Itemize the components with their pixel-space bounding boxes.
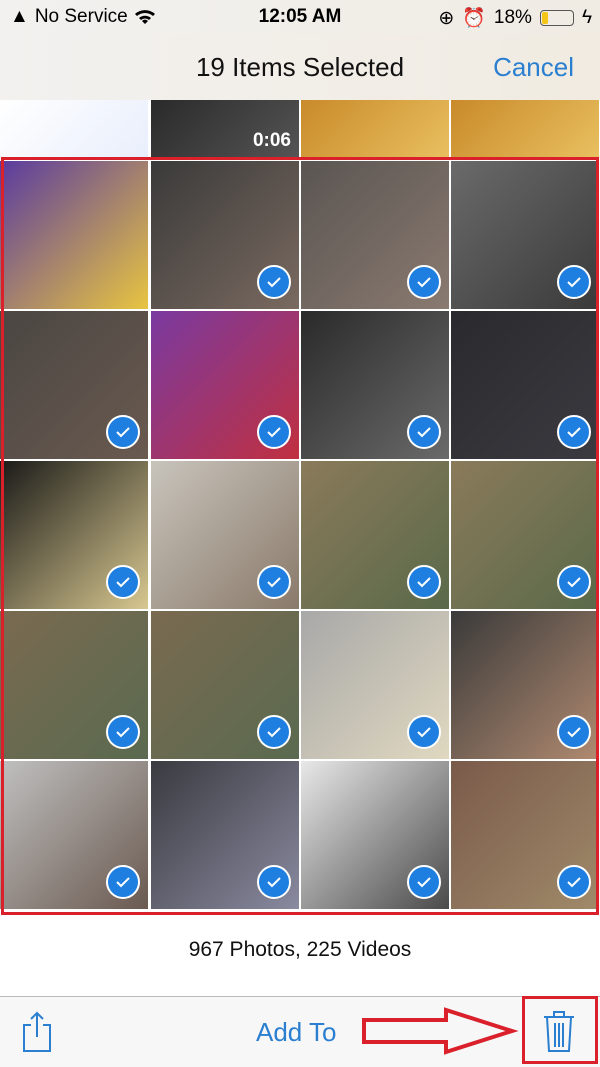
photo-thumbnail[interactable] [0, 461, 148, 609]
photo-grid[interactable]: 0:06 [0, 100, 600, 910]
photo-thumbnail[interactable]: 0:06 [151, 100, 299, 160]
selected-checkmark-icon [106, 565, 140, 599]
photo-thumbnail[interactable] [0, 761, 148, 909]
photo-thumbnail[interactable] [451, 161, 599, 309]
selected-checkmark-icon [407, 415, 441, 449]
photo-thumbnail[interactable] [301, 161, 449, 309]
selected-checkmark-icon [106, 415, 140, 449]
selected-checkmark-icon [557, 865, 591, 899]
selected-checkmark-icon [407, 265, 441, 299]
photo-thumbnail[interactable] [0, 100, 148, 160]
orientation-lock-icon: ⊕ [438, 7, 455, 29]
photo-thumbnail[interactable] [301, 611, 449, 759]
photo-thumbnail[interactable] [451, 311, 599, 459]
share-icon[interactable] [22, 1011, 52, 1053]
selected-checkmark-icon [407, 565, 441, 599]
photo-thumbnail[interactable] [451, 761, 599, 909]
photo-thumbnail[interactable] [151, 161, 299, 309]
annotation-trash-box [522, 996, 598, 1064]
photo-thumbnail[interactable] [151, 311, 299, 459]
selected-checkmark-icon [106, 865, 140, 899]
photo-thumbnail[interactable] [301, 461, 449, 609]
selected-checkmark-icon [257, 265, 291, 299]
photo-thumbnail[interactable] [451, 100, 599, 160]
photo-thumbnail[interactable] [451, 611, 599, 759]
status-bar: ▲ No Service 12:05 AM ⊕ ⏰ 18% ϟ [0, 0, 600, 34]
photo-thumbnail[interactable] [301, 100, 449, 160]
library-count: 967 Photos, 225 Videos [188, 938, 412, 961]
selected-checkmark-icon [557, 415, 591, 449]
annotation-arrow [362, 1007, 519, 1055]
selected-checkmark-icon [257, 865, 291, 899]
selected-checkmark-icon [557, 265, 591, 299]
charging-icon: ϟ [581, 7, 592, 28]
photo-thumbnail[interactable] [0, 161, 148, 309]
add-to-button[interactable]: Add To [256, 1017, 336, 1048]
photo-thumbnail[interactable] [451, 461, 599, 609]
navigation-bar: 19 Items Selected Cancel [0, 34, 600, 100]
photo-thumbnail[interactable] [151, 611, 299, 759]
video-duration: 0:06 [252, 130, 291, 151]
battery-icon [539, 10, 574, 26]
selected-checkmark-icon [407, 715, 441, 749]
selected-checkmark-icon [257, 565, 291, 599]
selected-checkmark-icon [407, 865, 441, 899]
selected-checkmark-icon [106, 715, 140, 749]
photo-thumbnail[interactable] [151, 761, 299, 909]
alarm-icon: ⏰ [462, 8, 486, 29]
photo-thumbnail[interactable] [0, 311, 148, 459]
selected-checkmark-icon [557, 565, 591, 599]
selected-checkmark-icon [257, 415, 291, 449]
selected-checkmark-icon [257, 715, 291, 749]
cancel-button[interactable]: Cancel [493, 52, 574, 83]
battery-percent: 18% [493, 7, 532, 28]
selected-checkmark-icon [557, 715, 591, 749]
photo-thumbnail[interactable] [301, 311, 449, 459]
photo-thumbnail[interactable] [301, 761, 449, 909]
photo-thumbnail[interactable] [151, 461, 299, 609]
photo-thumbnail[interactable] [0, 611, 148, 759]
